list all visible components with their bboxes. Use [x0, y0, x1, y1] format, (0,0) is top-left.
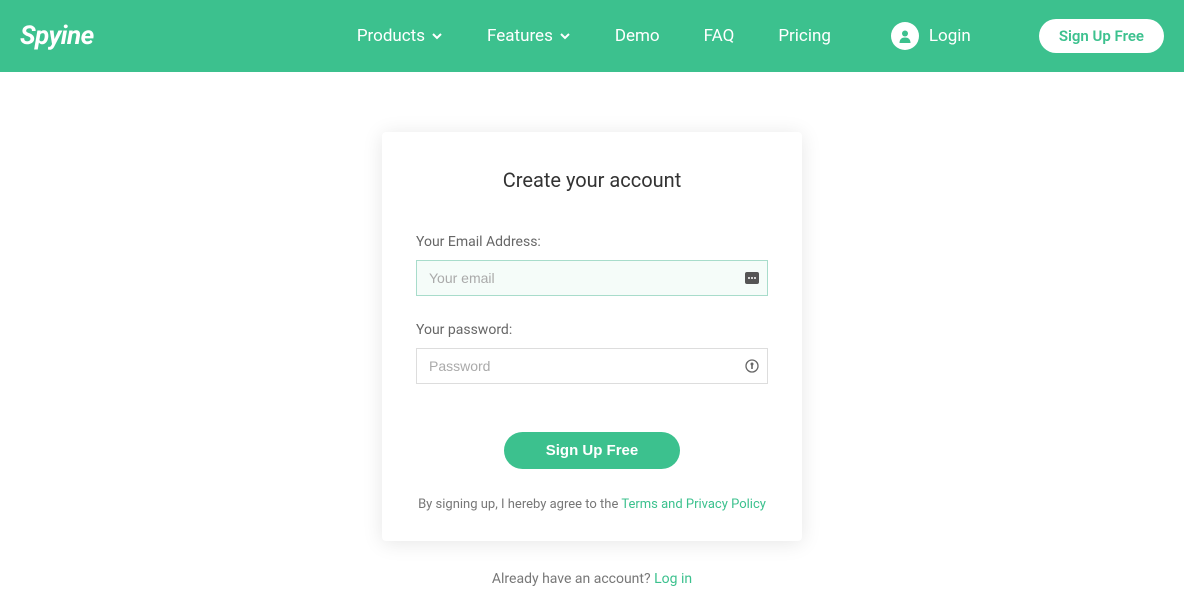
- nav-products[interactable]: Products: [357, 26, 443, 46]
- chevron-down-icon: [431, 30, 443, 42]
- terms-text: By signing up, I hereby agree to the Ter…: [416, 495, 768, 515]
- main-nav: Products Features Demo FAQ Pricing Login: [357, 19, 1164, 53]
- user-icon: [891, 22, 919, 50]
- submit-label: Sign Up Free: [546, 442, 639, 459]
- already-account-text: Already have an account? Log in: [492, 571, 692, 587]
- nav-signup-button[interactable]: Sign Up Free: [1039, 19, 1164, 53]
- email-input-wrap: [416, 260, 768, 296]
- nav-features[interactable]: Features: [487, 26, 571, 46]
- autofill-icon: [744, 270, 760, 286]
- login-link[interactable]: Log in: [654, 571, 692, 587]
- nav-features-label: Features: [487, 26, 553, 46]
- nav-pricing-label: Pricing: [778, 26, 831, 46]
- password-label: Your password:: [416, 322, 768, 338]
- email-input[interactable]: [416, 260, 768, 296]
- main-content: Create your account Your Email Address: …: [0, 72, 1184, 587]
- signup-card: Create your account Your Email Address: …: [382, 132, 802, 541]
- password-manager-icon: [744, 358, 760, 374]
- nav-login-label: Login: [929, 26, 971, 46]
- nav-demo[interactable]: Demo: [615, 26, 660, 46]
- card-title: Create your account: [416, 168, 768, 192]
- nav-demo-label: Demo: [615, 26, 660, 46]
- signup-submit-button[interactable]: Sign Up Free: [504, 432, 681, 469]
- nav-faq-label: FAQ: [704, 26, 735, 46]
- terms-link[interactable]: Terms and Privacy Policy: [621, 497, 766, 512]
- email-label: Your Email Address:: [416, 234, 768, 250]
- already-prefix: Already have an account?: [492, 571, 654, 587]
- password-input-wrap: [416, 348, 768, 384]
- nav-pricing[interactable]: Pricing: [778, 26, 831, 46]
- nav-signup-label: Sign Up Free: [1059, 27, 1144, 45]
- brand-logo: Spyine: [20, 21, 94, 51]
- chevron-down-icon: [559, 30, 571, 42]
- header: Spyine Products Features Demo FAQ Pricin…: [0, 0, 1184, 72]
- password-input[interactable]: [416, 348, 768, 384]
- nav-faq[interactable]: FAQ: [704, 26, 735, 46]
- terms-prefix: By signing up, I hereby agree to the: [418, 497, 621, 512]
- login-group[interactable]: Login: [891, 22, 971, 50]
- nav-products-label: Products: [357, 26, 425, 46]
